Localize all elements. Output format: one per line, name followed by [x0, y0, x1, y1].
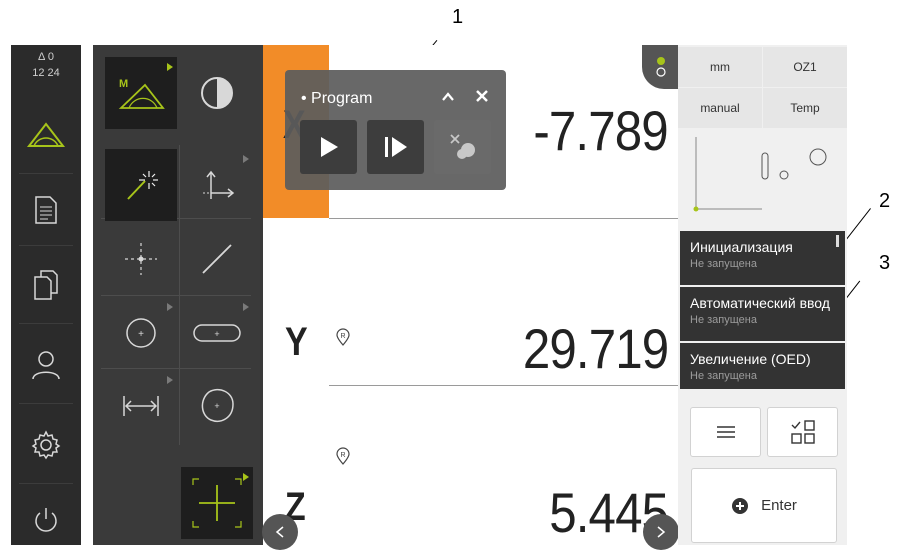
reference-pin-icon: R: [336, 328, 350, 346]
tool-point[interactable]: [105, 223, 177, 295]
status-bar: Δ 0 12 24: [11, 49, 81, 81]
step-forward-icon: [384, 137, 407, 157]
axis-value-x: -7.789: [533, 99, 669, 162]
step-item[interactable]: Инициализация Не запущена: [680, 231, 845, 285]
status-dots-icon: [656, 57, 666, 77]
distance-icon: [123, 396, 159, 416]
slot-icon: +: [193, 324, 241, 342]
svg-text:+: +: [214, 329, 219, 339]
measure-icon: [26, 122, 66, 147]
step-status: Не запущена: [690, 370, 757, 382]
callout-3: 3: [879, 252, 891, 274]
main-menu: Δ 0 12 24: [11, 45, 81, 545]
axis-letter-y: Y: [285, 320, 308, 364]
user-icon: [32, 351, 60, 380]
gear-icon: [31, 430, 61, 460]
program-control-panel: • Program: [285, 70, 506, 190]
clock: 12 24: [32, 67, 60, 79]
blob-icon: +: [201, 388, 234, 422]
nav-measure[interactable]: [11, 100, 81, 170]
svg-text:R: R: [340, 452, 345, 459]
checklist-grid-icon: [790, 420, 815, 444]
axis-value-y: 29.719: [522, 317, 669, 380]
reference-pin-icon: R: [336, 447, 350, 465]
axis-row-y[interactable]: Y R 29.719: [263, 218, 678, 388]
feature-preview[interactable]: [678, 131, 847, 219]
tool-measure-magic[interactable]: [105, 149, 177, 221]
collapse-palette-button[interactable]: [262, 514, 298, 550]
chevron-left-icon: [275, 526, 284, 538]
svg-text:M: M: [119, 78, 128, 90]
step-name: Инициализация: [690, 239, 793, 255]
step-item[interactable]: Автоматический ввод Не запущена: [680, 287, 845, 341]
svg-text:+: +: [138, 329, 144, 340]
reference-setting[interactable]: OZ1: [763, 47, 847, 87]
plus-circle-icon: [732, 497, 749, 514]
enter-button[interactable]: Enter: [691, 468, 837, 543]
files-icon: [34, 270, 58, 300]
axis-row-z[interactable]: Z R 5.445: [263, 385, 678, 555]
close-icon[interactable]: [475, 89, 489, 103]
steps-list-button[interactable]: [690, 407, 761, 457]
step-name: Увеличение (OED): [690, 351, 811, 367]
screen: 1 2 3 Δ 0 12 24 M + + + -7.789 Y R 29.71…: [0, 0, 897, 550]
warnings-count: Δ 0: [38, 51, 54, 63]
contrast-icon: [201, 77, 233, 109]
step-status: Не запущена: [690, 258, 757, 270]
callout-2: 2: [879, 190, 891, 212]
tool-contrast[interactable]: [181, 57, 253, 129]
point-icon: [125, 243, 157, 275]
step-name: Автоматический ввод: [690, 295, 830, 311]
line-icon: [202, 244, 232, 274]
expand-panel-button[interactable]: [643, 514, 679, 550]
step-scrollbar[interactable]: [836, 235, 839, 247]
cancel-run-icon: [449, 134, 475, 159]
svg-text:+: +: [214, 401, 219, 411]
coordinate-system-icon: [203, 170, 235, 199]
magic-wand-icon: [127, 171, 158, 200]
tool-blob[interactable]: +: [181, 370, 253, 442]
step-program-button[interactable]: [367, 120, 424, 174]
temperature-setting[interactable]: Temp: [763, 88, 847, 128]
step-item[interactable]: Увеличение (OED) Не запущена: [680, 343, 845, 389]
callout-1: 1: [452, 6, 464, 28]
nav-file-management[interactable]: [11, 250, 81, 320]
nav-settings[interactable]: [11, 410, 81, 480]
report-icon: [35, 196, 57, 224]
play-icon: [320, 137, 338, 157]
tool-palette: M + + +: [93, 45, 263, 545]
step-status: Не запущена: [690, 314, 757, 326]
preview-image: [693, 137, 827, 212]
unit-setting[interactable]: mm: [678, 47, 762, 87]
tool-manual-measurement[interactable]: M: [105, 57, 177, 129]
tool-crosshair[interactable]: [181, 467, 253, 539]
circle-icon: +: [126, 318, 156, 348]
chevron-up-icon[interactable]: [441, 92, 455, 102]
status-indicator-tab[interactable]: [642, 45, 680, 89]
svg-text:R: R: [340, 333, 345, 340]
mode-setting[interactable]: manual: [678, 88, 762, 128]
tool-line[interactable]: [181, 223, 253, 295]
tool-slot[interactable]: +: [181, 297, 253, 369]
tool-coordinate-system[interactable]: [181, 149, 253, 221]
nav-switch-off[interactable]: [11, 485, 81, 555]
chevron-right-icon: [657, 526, 666, 538]
nav-measurement-report[interactable]: [11, 175, 81, 245]
enter-label: Enter: [761, 497, 797, 514]
run-program-button[interactable]: [300, 120, 357, 174]
program-title: • Program: [301, 90, 373, 107]
hamburger-icon: [716, 426, 735, 438]
power-icon: [35, 508, 57, 532]
tool-circle[interactable]: +: [105, 297, 177, 369]
manual-measure-icon: M: [118, 78, 165, 109]
crosshair-icon: [192, 478, 242, 528]
tool-distance[interactable]: [105, 370, 177, 442]
nav-user-login[interactable]: [11, 330, 81, 400]
cancel-program-button[interactable]: [434, 120, 491, 174]
feature-overview-button[interactable]: [767, 407, 838, 457]
